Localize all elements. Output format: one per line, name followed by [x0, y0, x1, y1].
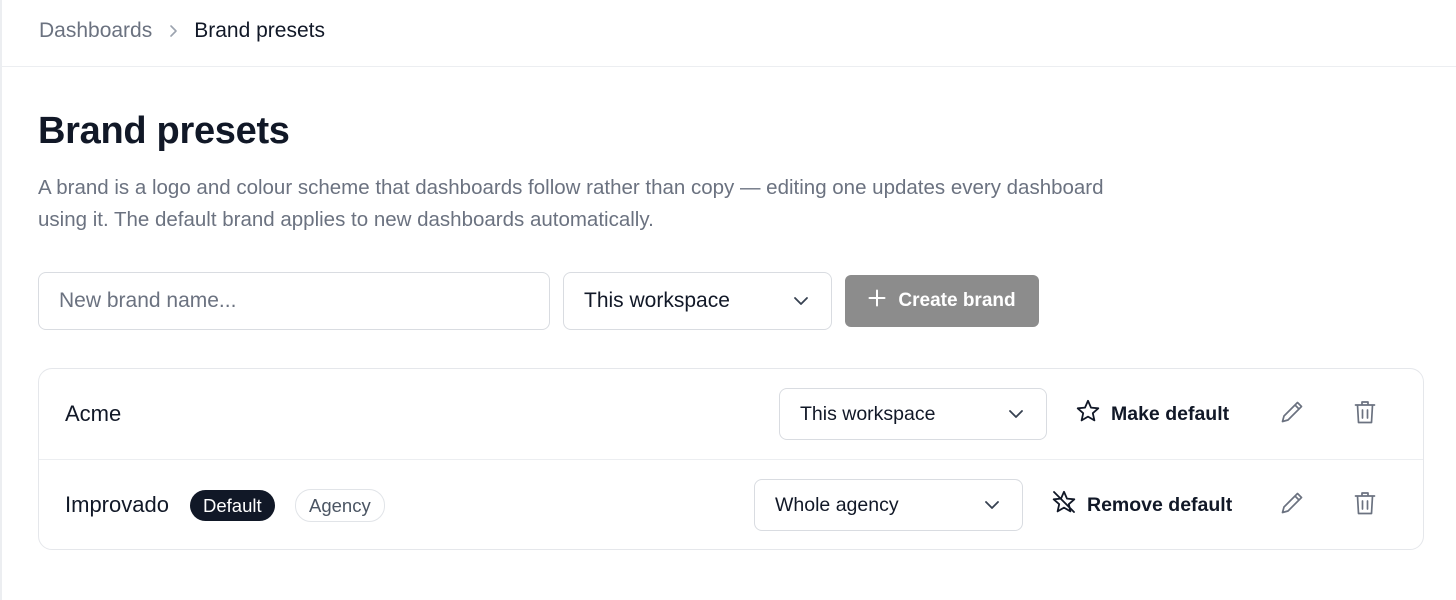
- breadcrumb: Dashboards Brand presets: [39, 17, 325, 45]
- brand-scope-value: This workspace: [800, 402, 936, 425]
- new-brand-name-input[interactable]: [38, 272, 550, 330]
- create-brand-button[interactable]: Create brand: [845, 275, 1039, 327]
- brand-list: Acme This workspace Make default Improva…: [38, 368, 1424, 550]
- edit-brand-button[interactable]: [1277, 490, 1307, 520]
- remove-default-label: Remove default: [1087, 493, 1233, 516]
- edit-brand-button[interactable]: [1277, 399, 1307, 429]
- trash-icon: [1353, 399, 1377, 430]
- new-brand-scope-select[interactable]: This workspace: [563, 272, 832, 330]
- chevron-right-icon: [168, 24, 180, 38]
- page-description: A brand is a logo and colour scheme that…: [38, 176, 1104, 231]
- scope-badge: Agency: [295, 489, 385, 522]
- chevron-down-icon: [1008, 409, 1024, 419]
- top-bar: Dashboards Brand presets: [2, 0, 1456, 67]
- brand-name: Improvado: [65, 491, 169, 517]
- plus-icon: [868, 289, 886, 313]
- make-default-label: Make default: [1111, 402, 1230, 425]
- make-default-button[interactable]: Make default: [1075, 394, 1229, 434]
- page-title: Brand presets: [38, 110, 290, 152]
- brand-row-acme: Acme This workspace Make default: [39, 369, 1423, 459]
- brand-row-improvado: Improvado Default Agency Whole agency Re…: [39, 459, 1423, 549]
- pencil-icon: [1279, 490, 1305, 521]
- star-icon: [1075, 398, 1101, 430]
- breadcrumb-dashboards-link[interactable]: Dashboards: [39, 19, 152, 43]
- pencil-icon: [1279, 399, 1305, 430]
- remove-default-button[interactable]: Remove default: [1051, 485, 1232, 525]
- default-badge: Default: [190, 490, 275, 521]
- brand-scope-value: Whole agency: [775, 493, 899, 516]
- breadcrumb-current: Brand presets: [194, 19, 325, 42]
- scope-select-value: This workspace: [584, 289, 730, 312]
- chevron-down-icon: [793, 296, 809, 306]
- brand-name: Acme: [65, 401, 122, 426]
- delete-brand-button[interactable]: [1350, 399, 1380, 429]
- left-divider: [0, 0, 2, 600]
- brand-scope-select[interactable]: This workspace: [779, 388, 1047, 440]
- star-off-icon: [1051, 489, 1077, 521]
- brand-scope-select[interactable]: Whole agency: [754, 479, 1023, 531]
- create-brand-label: Create brand: [898, 290, 1016, 311]
- chevron-down-icon: [984, 500, 1000, 510]
- trash-icon: [1353, 490, 1377, 521]
- delete-brand-button[interactable]: [1350, 490, 1380, 520]
